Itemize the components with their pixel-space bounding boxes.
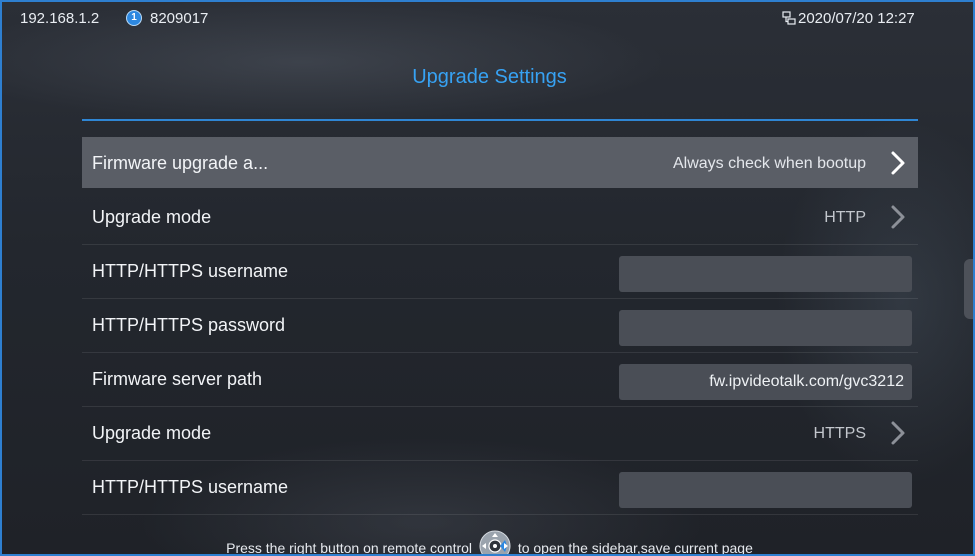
row-label: Firmware server path: [92, 369, 263, 389]
page-title: Upgrade Settings: [412, 66, 567, 88]
remote-control-icon: [479, 530, 511, 554]
upgrade-mode-row[interactable]: Upgrade mode HTTP: [82, 191, 918, 245]
date-time: 2020/07/20 12:27: [798, 10, 915, 27]
firmware-upgrade-row[interactable]: Firmware upgrade a... Always check when …: [82, 137, 918, 188]
firmware-server-path-row: Firmware server path fw.ipvideotalk.com/…: [82, 353, 918, 407]
https-username-input[interactable]: [619, 472, 912, 508]
chevron-right-icon: [891, 205, 905, 229]
http-username-input[interactable]: [619, 256, 912, 292]
row-label: Firmware upgrade a...: [92, 153, 269, 173]
https-username-row: HTTP/HTTPS username: [82, 461, 918, 515]
hint-text-after: to open the sidebar,save current page: [517, 540, 753, 556]
http-password-row: HTTP/HTTPS password: [82, 299, 918, 353]
http-username-row: HTTP/HTTPS username: [82, 245, 918, 299]
account-number: 8209017: [150, 10, 209, 27]
upgrade-mode-https-row[interactable]: Upgrade mode HTTPS: [82, 407, 918, 461]
settings-list: Firmware upgrade a... Always check when …: [82, 137, 918, 515]
chevron-right-icon: [891, 151, 905, 175]
ip-address: 192.168.1.2: [20, 10, 100, 27]
row-label: Upgrade mode: [92, 207, 212, 227]
row-label: Upgrade mode: [92, 423, 212, 443]
sidebar-handle[interactable]: [964, 259, 973, 319]
row-value: HTTP: [824, 209, 866, 226]
network-icon: [782, 11, 796, 25]
footer-hint: Press the right button on remote control…: [2, 530, 973, 556]
status-bar: 192.168.1.2 1 8209017 2020/07/20 12:27: [2, 2, 973, 32]
firmware-server-path-input[interactable]: fw.ipvideotalk.com/gvc3212: [619, 364, 912, 400]
row-label: HTTP/HTTPS username: [92, 477, 289, 497]
http-password-input[interactable]: [619, 310, 912, 346]
title-divider: [82, 119, 918, 121]
row-value: HTTPS: [813, 425, 866, 442]
chevron-right-icon: [891, 421, 905, 445]
row-label: HTTP/HTTPS password: [92, 315, 286, 335]
hint-text-before: Press the right button on remote control: [226, 540, 473, 556]
row-value: Always check when bootup: [673, 155, 866, 172]
account-icon: 1: [126, 10, 142, 26]
row-label: HTTP/HTTPS username: [92, 261, 289, 281]
upgrade-settings-screen: 192.168.1.2 1 8209017 2020/07/20 12:27 U…: [0, 0, 975, 556]
